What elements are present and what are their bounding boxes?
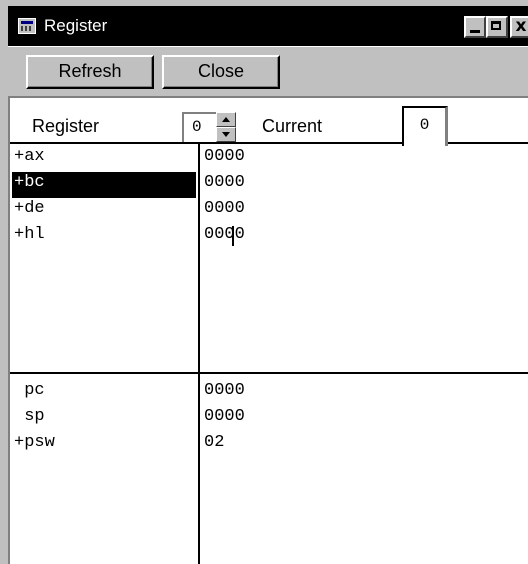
register-name: +de bbox=[14, 199, 45, 218]
spin-down-icon[interactable] bbox=[216, 127, 236, 142]
close-window-button[interactable]: x bbox=[510, 16, 528, 38]
section-divider bbox=[10, 372, 528, 374]
register-window: Register x Refresh Close Register 0 Curr… bbox=[0, 0, 528, 564]
register-row-psw[interactable]: +psw 02 bbox=[10, 430, 528, 456]
minimize-button[interactable] bbox=[464, 16, 486, 38]
app-icon[interactable] bbox=[18, 18, 36, 34]
register-grid: +ax 0000 +bc 0000 +de 0000 +hl 0000 pc 0… bbox=[10, 144, 528, 564]
refresh-button[interactable]: Refresh bbox=[26, 55, 154, 89]
title-bar[interactable]: Register x bbox=[8, 6, 528, 46]
register-value[interactable]: 0000 bbox=[204, 224, 245, 246]
register-label: Register bbox=[32, 116, 100, 136]
register-value[interactable]: 0000 bbox=[204, 380, 245, 402]
toolbar: Refresh Close bbox=[8, 46, 528, 97]
current-label: Current bbox=[262, 116, 323, 136]
maximize-button[interactable] bbox=[486, 16, 508, 38]
register-value[interactable]: 02 bbox=[204, 432, 224, 454]
current-bank-tab[interactable]: 0 bbox=[402, 106, 448, 146]
register-name: pc bbox=[14, 381, 45, 400]
register-name: sp bbox=[14, 407, 45, 426]
register-value[interactable]: 0000 bbox=[204, 172, 245, 194]
register-name: +ax bbox=[14, 147, 45, 166]
register-value[interactable]: 0000 bbox=[204, 146, 245, 168]
window-title: Register bbox=[44, 16, 108, 35]
register-row-de[interactable]: +de 0000 bbox=[10, 196, 528, 222]
register-name: +hl bbox=[14, 225, 45, 244]
register-header: Register 0 Current 0 bbox=[10, 98, 528, 146]
column-divider[interactable] bbox=[198, 144, 200, 564]
register-name: +psw bbox=[14, 433, 55, 452]
register-row-bc[interactable]: +bc 0000 bbox=[10, 170, 528, 198]
register-bank-spinner[interactable] bbox=[216, 112, 236, 142]
register-value[interactable]: 0000 bbox=[204, 198, 245, 220]
spin-up-icon[interactable] bbox=[216, 112, 236, 127]
register-row-hl[interactable]: +hl 0000 bbox=[10, 222, 528, 248]
register-row-ax[interactable]: +ax 0000 bbox=[10, 144, 528, 170]
text-cursor bbox=[232, 226, 234, 246]
register-row-sp[interactable]: sp 0000 bbox=[10, 404, 528, 430]
register-name: +bc bbox=[12, 172, 196, 198]
register-bank-input[interactable]: 0 bbox=[182, 112, 216, 142]
close-button[interactable]: Close bbox=[162, 55, 280, 89]
register-value[interactable]: 0000 bbox=[204, 406, 245, 428]
register-row-pc[interactable]: pc 0000 bbox=[10, 378, 528, 404]
register-panel: Register 0 Current 0 +ax 0000 +bc 0000 +… bbox=[8, 96, 528, 564]
